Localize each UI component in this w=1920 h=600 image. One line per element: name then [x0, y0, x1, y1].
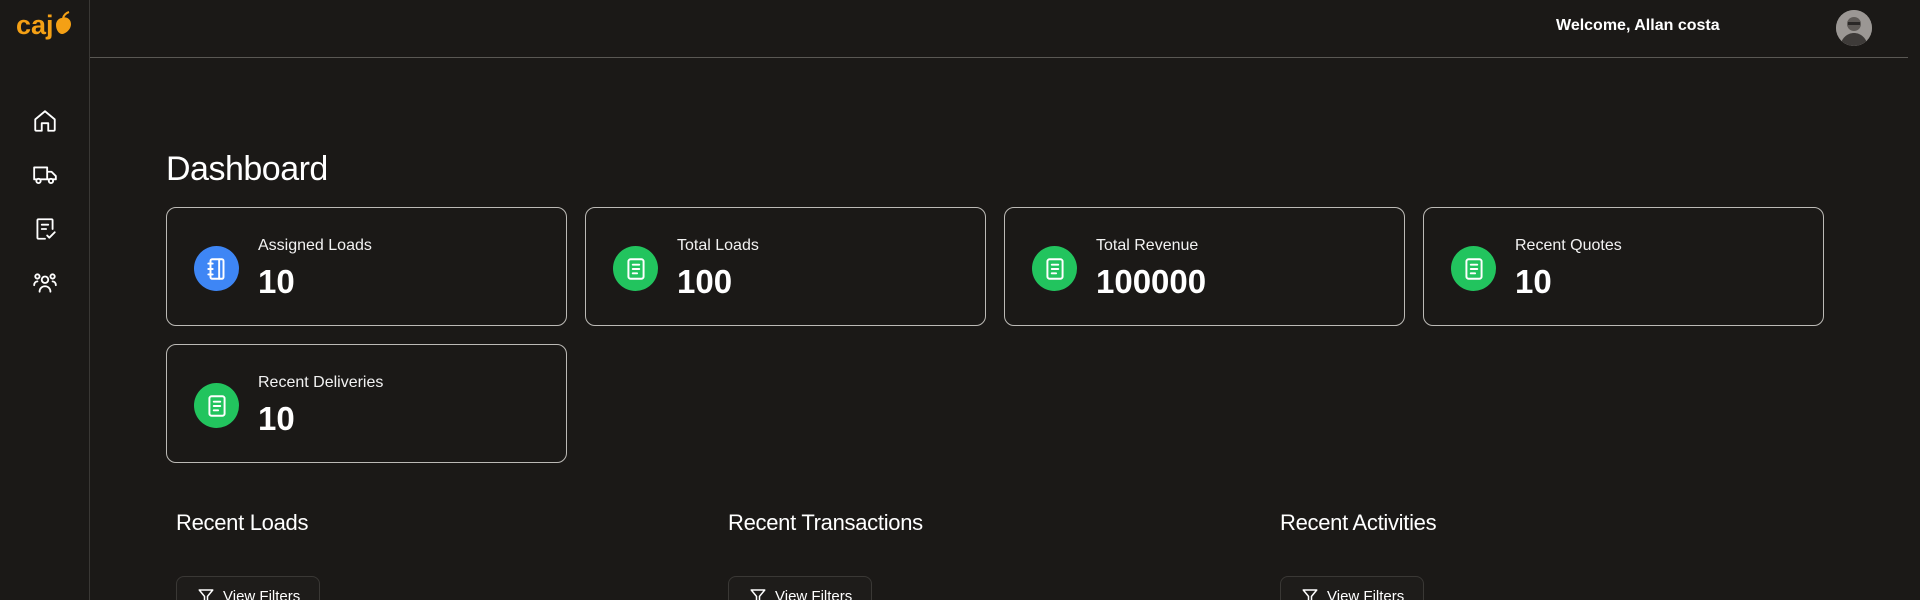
view-filters-button[interactable]: View Filters [1280, 576, 1424, 600]
stat-value: 10 [258, 263, 295, 300]
user-avatar[interactable] [1836, 10, 1872, 46]
view-filters-button[interactable]: View Filters [728, 576, 872, 600]
document-icon [194, 383, 239, 428]
filter-label: View Filters [1327, 587, 1405, 600]
stat-label: Recent Deliveries [258, 374, 384, 391]
users-icon [33, 273, 57, 293]
truck-icon [33, 166, 57, 185]
top-header: Welcome, Allan costa [90, 0, 1908, 58]
document-icon [1451, 246, 1496, 291]
section-title-recent-loads: Recent Loads [176, 510, 309, 535]
filter-icon [1302, 589, 1318, 600]
filter-icon [198, 589, 214, 600]
stat-label: Assigned Loads [258, 237, 372, 254]
document-icon [613, 246, 658, 291]
clipboard-check-icon [36, 218, 56, 240]
stat-value: 10 [258, 400, 295, 437]
stat-value: 10 [1515, 263, 1552, 300]
home-icon [34, 110, 56, 132]
document-icon [1032, 246, 1077, 291]
stat-card-recent-quotes[interactable]: Recent Quotes 10 [1423, 207, 1824, 326]
filter-label: View Filters [775, 587, 853, 600]
view-filters-button[interactable]: View Filters [176, 576, 320, 600]
sidebar: caj [0, 0, 90, 600]
svg-text:caj: caj [16, 10, 54, 40]
section-title-recent-transactions: Recent Transactions [728, 510, 923, 535]
sidebar-item-users[interactable] [30, 268, 60, 298]
stat-value: 100 [677, 263, 733, 300]
page-title: Dashboard [166, 150, 328, 188]
stat-value: 100000 [1096, 263, 1207, 300]
sidebar-item-loads[interactable] [30, 160, 60, 190]
notebook-icon [194, 246, 239, 291]
stat-card-total-loads[interactable]: Total Loads 100 [585, 207, 986, 326]
sidebar-item-home[interactable] [30, 106, 60, 136]
stat-label: Total Loads [677, 237, 759, 254]
stat-label: Total Revenue [1096, 237, 1199, 254]
filter-label: View Filters [223, 587, 301, 600]
filter-icon [750, 589, 766, 600]
stat-card-total-revenue[interactable]: Total Revenue 100000 [1004, 207, 1405, 326]
sidebar-item-quotes[interactable] [30, 214, 60, 244]
stat-label: Recent Quotes [1515, 237, 1622, 254]
app-logo[interactable]: caj [16, 8, 74, 42]
stat-card-assigned-loads[interactable]: Assigned Loads 10 [166, 207, 567, 326]
stat-card-recent-deliveries[interactable]: Recent Deliveries 10 [166, 344, 567, 463]
section-title-recent-activities: Recent Activities [1280, 510, 1437, 535]
welcome-text: Welcome, Allan costa [1556, 17, 1720, 34]
